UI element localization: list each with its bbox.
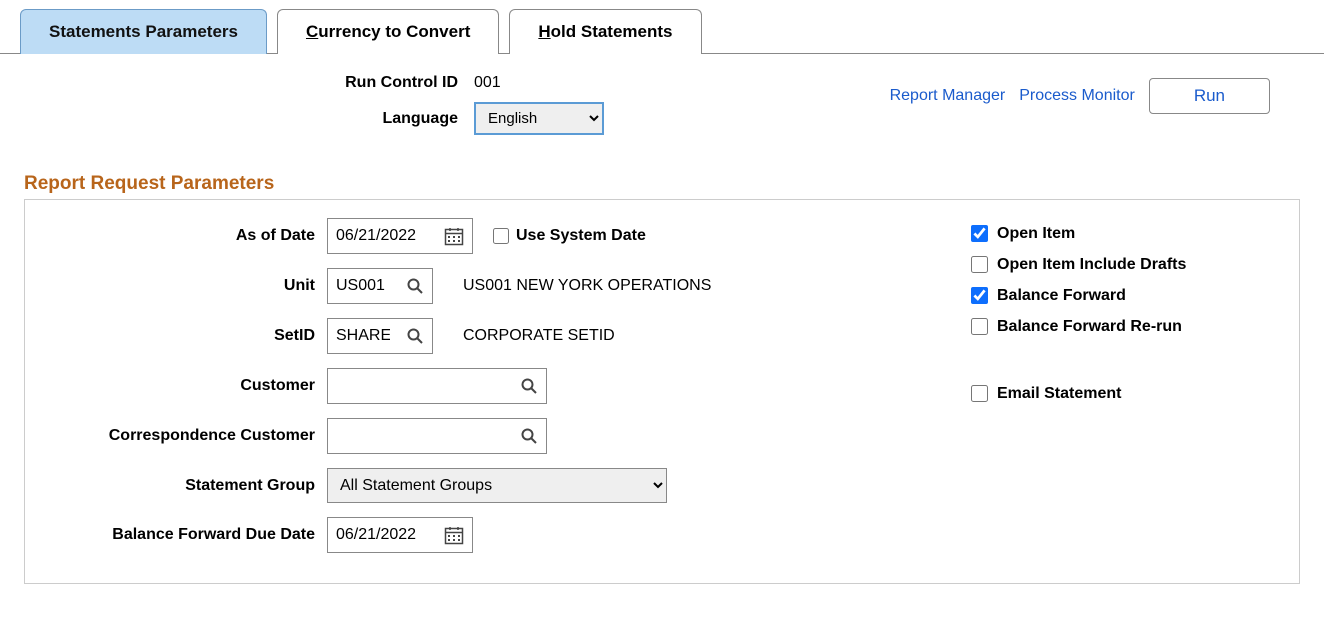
balance-forward-due-date-label: Balance Forward Due Date bbox=[37, 526, 327, 544]
open-item-label: Open Item bbox=[997, 225, 1075, 243]
run-control-id-value: 001 bbox=[474, 74, 501, 92]
tab-hold-statements[interactable]: Hold Statements bbox=[509, 9, 701, 54]
setid-label: SetID bbox=[37, 327, 327, 345]
run-button[interactable]: Run bbox=[1149, 78, 1270, 114]
tab-statements-parameters[interactable]: Statements Parameters bbox=[20, 9, 267, 54]
setid-field bbox=[327, 318, 433, 354]
balance-forward-checkbox[interactable] bbox=[971, 287, 988, 304]
report-request-panel: As of Date Use System Date Unit bbox=[24, 199, 1300, 584]
balance-forward-rerun-label: Balance Forward Re-run bbox=[997, 318, 1182, 336]
unit-description: US001 NEW YORK OPERATIONS bbox=[463, 277, 711, 295]
balance-forward-due-date-field bbox=[327, 517, 473, 553]
customer-field bbox=[327, 368, 547, 404]
email-statement-label: Email Statement bbox=[997, 385, 1121, 403]
calendar-icon[interactable] bbox=[436, 222, 472, 250]
correspondence-customer-label: Correspondence Customer bbox=[37, 427, 327, 445]
tab-label: urrency to Convert bbox=[318, 22, 470, 41]
tab-currency-to-convert[interactable]: Currency to Convert bbox=[277, 9, 499, 54]
open-item-include-drafts-checkbox[interactable] bbox=[971, 256, 988, 273]
as-of-date-label: As of Date bbox=[37, 227, 327, 245]
unit-input[interactable] bbox=[328, 269, 398, 303]
language-select[interactable]: English bbox=[474, 102, 604, 135]
as-of-date-input[interactable] bbox=[328, 219, 436, 253]
use-system-date-checkbox[interactable] bbox=[493, 228, 509, 244]
lookup-icon[interactable] bbox=[398, 273, 432, 299]
lookup-icon[interactable] bbox=[512, 423, 546, 449]
process-monitor-link[interactable]: Process Monitor bbox=[1019, 87, 1135, 105]
correspondence-customer-input[interactable] bbox=[328, 419, 512, 453]
as-of-date-field bbox=[327, 218, 473, 254]
use-system-date-label: Use System Date bbox=[516, 227, 646, 245]
language-label: Language bbox=[24, 110, 474, 128]
email-statement-checkbox[interactable] bbox=[971, 385, 988, 402]
customer-label: Customer bbox=[37, 377, 327, 395]
tab-bar: Statements Parameters Currency to Conver… bbox=[0, 0, 1324, 54]
unit-label: Unit bbox=[37, 277, 327, 295]
unit-field bbox=[327, 268, 433, 304]
open-item-checkbox[interactable] bbox=[971, 225, 988, 242]
section-title: Report Request Parameters bbox=[24, 173, 1300, 195]
tab-hotkey: C bbox=[306, 22, 318, 41]
tab-label: Statements Parameters bbox=[49, 22, 238, 41]
tab-hotkey: H bbox=[538, 22, 550, 41]
balance-forward-due-date-input[interactable] bbox=[328, 518, 436, 552]
lookup-icon[interactable] bbox=[398, 323, 432, 349]
calendar-icon[interactable] bbox=[436, 521, 472, 549]
balance-forward-rerun-checkbox[interactable] bbox=[971, 318, 988, 335]
report-manager-link[interactable]: Report Manager bbox=[890, 87, 1006, 105]
correspondence-customer-field bbox=[327, 418, 547, 454]
customer-input[interactable] bbox=[328, 369, 512, 403]
open-item-include-drafts-label: Open Item Include Drafts bbox=[997, 256, 1186, 274]
statement-group-select[interactable]: All Statement Groups bbox=[327, 468, 667, 503]
statement-group-label: Statement Group bbox=[37, 477, 327, 495]
setid-description: CORPORATE SETID bbox=[463, 327, 615, 345]
lookup-icon[interactable] bbox=[512, 373, 546, 399]
setid-input[interactable] bbox=[328, 319, 398, 353]
balance-forward-label: Balance Forward bbox=[997, 287, 1126, 305]
tab-label: old Statements bbox=[551, 22, 673, 41]
run-control-id-label: Run Control ID bbox=[24, 74, 474, 92]
